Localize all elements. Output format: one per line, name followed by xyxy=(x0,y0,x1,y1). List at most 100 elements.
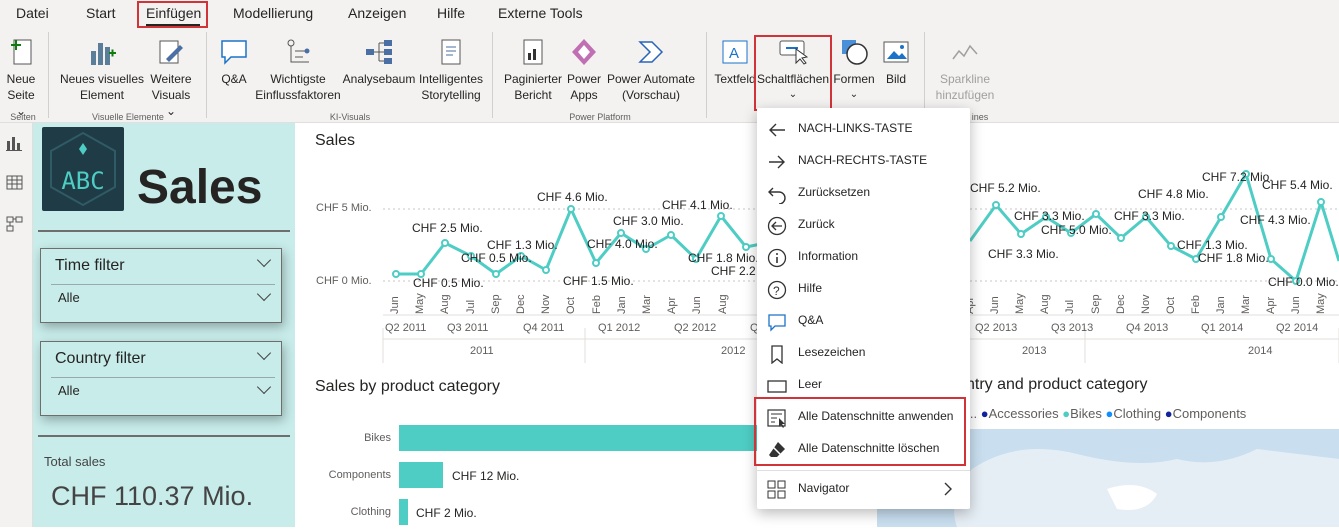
chevron-down-icon[interactable] xyxy=(256,379,272,395)
data-label: CHF 2.5 Mio. xyxy=(412,221,483,235)
month-label: Aug xyxy=(716,294,729,314)
key-influencers-icon xyxy=(287,39,310,63)
highlight-einfuegen xyxy=(137,1,208,28)
bar-category-label: Bikes xyxy=(364,432,391,444)
menu-item-right-arrow[interactable]: NACH-RECHTS-TASTE xyxy=(757,145,970,177)
textbox-label: Textfeld xyxy=(714,72,756,86)
legend-item[interactable]: Accessories xyxy=(989,406,1059,421)
new-visual-label-1: Neues visuelles xyxy=(59,72,145,86)
time-filter-slicer[interactable]: Time filter Alle xyxy=(40,248,282,323)
menu-item-qa[interactable]: Q&A xyxy=(757,305,970,337)
legend-item[interactable]: Components xyxy=(1173,406,1247,421)
menu-item-reset[interactable]: Zurücksetzen xyxy=(757,177,970,209)
chevron-down-icon[interactable] xyxy=(256,252,272,268)
menu-start[interactable]: Start xyxy=(86,0,116,28)
menu-item-bookmark[interactable]: Lesezeichen xyxy=(757,337,970,369)
country-filter-value[interactable]: Alle xyxy=(58,383,80,398)
image-icon xyxy=(883,41,909,63)
svg-text:?: ? xyxy=(773,284,780,298)
month-label: May xyxy=(1014,293,1027,314)
more-visuals-button[interactable]: Weitere Visuals ⌄ xyxy=(146,37,196,119)
decomposition-tree-icon xyxy=(366,40,392,64)
bar-components[interactable] xyxy=(399,462,443,488)
new-visual-icon xyxy=(91,43,116,65)
qa-button[interactable]: Q&A xyxy=(214,37,254,87)
month-label: Jun xyxy=(989,296,1002,314)
image-button[interactable]: Bild xyxy=(876,37,916,87)
total-sales-value: CHF 110.37 Mio. xyxy=(51,481,254,511)
reset-icon xyxy=(768,187,786,204)
highlight-buttons xyxy=(754,35,832,111)
month-label: Dec xyxy=(515,294,527,314)
model-view-icon[interactable] xyxy=(6,215,24,233)
menu-datei[interactable]: Datei xyxy=(16,0,49,28)
menu-item-left-arrow[interactable]: NACH-LINKS-TASTE xyxy=(757,113,970,145)
help-icon: ? xyxy=(767,280,787,300)
quarter-label: Q3 2013 xyxy=(1051,322,1094,334)
smart-narrative-button[interactable]: Intelligentes Storytelling xyxy=(416,37,486,103)
navigator-icon xyxy=(767,480,786,499)
paginated-report-label-2: Bericht xyxy=(514,88,552,102)
paginated-report-button[interactable]: Paginierter Bericht xyxy=(502,37,564,103)
qa-label: Q&A xyxy=(221,72,247,86)
month-label: Feb xyxy=(1189,295,1202,314)
bar-bikes[interactable] xyxy=(399,425,761,451)
data-view-icon[interactable] xyxy=(6,175,24,191)
power-automate-button[interactable]: Power Automate (Vorschau) xyxy=(604,37,698,103)
time-filter-value[interactable]: Alle xyxy=(58,290,80,305)
decomposition-tree-label: Analysebaum xyxy=(342,72,416,86)
textbox-button[interactable]: A Textfeld xyxy=(712,37,758,87)
map-legend: o... ●Accessories ●Bikes ●Clothing ●Comp… xyxy=(959,406,1246,421)
menu-item-navigator[interactable]: Navigator xyxy=(757,473,970,505)
bar-value-label: CHF 2 Mio. xyxy=(416,506,477,520)
data-label: CHF 4.3 Mio. xyxy=(1240,213,1311,227)
bar-clothing[interactable] xyxy=(399,499,408,525)
legend-item[interactable]: Bikes xyxy=(1070,406,1102,421)
data-label: CHF 2.2 xyxy=(711,264,756,278)
legend-item[interactable]: Clothing xyxy=(1113,406,1161,421)
menu-modellierung[interactable]: Modellierung xyxy=(233,0,313,28)
key-influencers-button[interactable]: Wichtigste Einflussfaktoren xyxy=(254,37,342,103)
new-visual-button[interactable]: Neues visuelles Element xyxy=(58,37,146,103)
power-apps-button[interactable]: Power Apps xyxy=(564,37,604,103)
group-label-ai: KI-Visuals xyxy=(329,112,371,122)
quarter-label: Q2 2012 xyxy=(674,322,717,334)
menu-item-information[interactable]: Information xyxy=(757,241,970,273)
bar-category-label: Clothing xyxy=(350,506,391,518)
menu-anzeigen[interactable]: Anzeigen xyxy=(348,0,406,28)
image-label: Bild xyxy=(885,72,906,86)
data-label: CHF 5.2 Mio. xyxy=(970,181,1041,195)
new-page-button[interactable]: Neue Seite ⌄ xyxy=(2,37,40,119)
new-visual-label-2: Element xyxy=(79,88,125,102)
power-apps-icon xyxy=(572,39,596,65)
menu-bar: Datei Start Einfügen Modellierung Anzeig… xyxy=(0,0,1339,28)
divider xyxy=(38,435,290,437)
sparkline-label-2: hinzufügen xyxy=(935,88,995,102)
data-label: CHF 3.3 Mio. xyxy=(988,247,1059,261)
month-label: Apr xyxy=(1265,296,1278,314)
group-label-pages: Seiten xyxy=(10,112,36,122)
menu-hilfe[interactable]: Hilfe xyxy=(437,0,465,28)
quarter-label: Q3 2011 xyxy=(447,322,489,334)
quarter-label: Q4 2013 xyxy=(1126,322,1169,334)
menu-item-back[interactable]: Zurück xyxy=(757,209,970,241)
report-view-icon[interactable] xyxy=(6,135,24,151)
chevron-down-icon[interactable] xyxy=(256,345,272,361)
chevron-down-icon: ⌄ xyxy=(849,89,859,100)
quarter-label: Q2 2013 xyxy=(975,322,1018,334)
smart-narrative-icon xyxy=(441,39,461,65)
info-icon xyxy=(767,248,787,268)
menu-externe-tools[interactable]: Externe Tools xyxy=(498,0,583,28)
month-label: Sep xyxy=(1089,294,1102,314)
report-title: Sales xyxy=(137,161,263,214)
decomposition-tree-button[interactable]: Analysebaum xyxy=(342,37,416,87)
data-label: CHF 0.5 Mio. xyxy=(413,276,484,290)
chevron-down-icon[interactable] xyxy=(256,286,272,302)
month-label: Jul xyxy=(464,299,477,314)
month-label: Jun xyxy=(1290,296,1303,314)
menu-item-help[interactable]: ? Hilfe xyxy=(757,273,970,305)
country-filter-slicer[interactable]: Country filter Alle xyxy=(40,341,282,416)
shapes-button[interactable]: Formen ⌄ xyxy=(832,37,876,103)
add-sparkline-button[interactable]: Sparkline hinzufügen xyxy=(930,37,1000,103)
month-label: Mar xyxy=(641,295,653,314)
